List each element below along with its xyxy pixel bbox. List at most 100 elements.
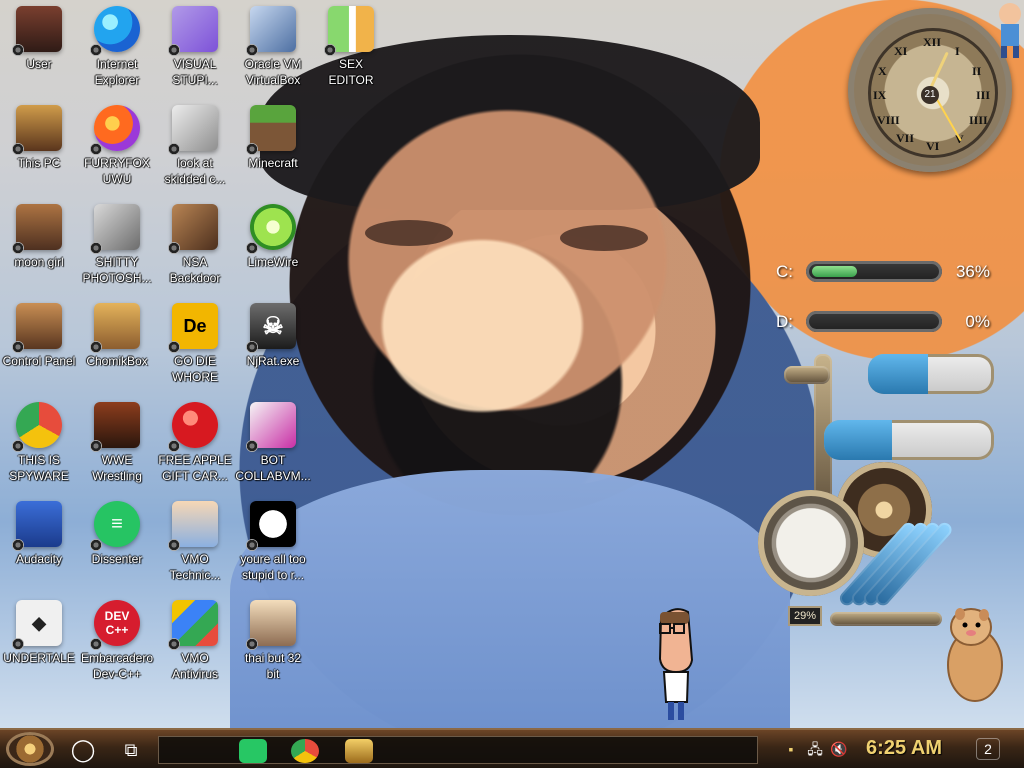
clock-numeral-9: IX xyxy=(873,88,887,102)
desktop-icon-vmo-antivirus[interactable]: VMO Antivirus xyxy=(156,594,234,686)
hamster-desktop-pet xyxy=(940,605,1010,710)
network-icon[interactable]: 🖧 xyxy=(806,741,824,757)
desktop-icon-this-pc[interactable]: This PC xyxy=(0,99,78,191)
clock-numeral-11: XI xyxy=(894,44,908,58)
pipe-elbow-top xyxy=(784,366,830,384)
desktop-icon-undertale[interactable]: ◆ UNDERTALE xyxy=(0,594,78,686)
document-folder-icon xyxy=(12,204,62,254)
chrome-taskbar-icon[interactable] xyxy=(291,739,319,763)
desktop-icon-label: Embarcadero Dev-C++ xyxy=(80,651,154,681)
hex-editor-icon xyxy=(324,6,374,56)
desktop-icon-label: Minecraft xyxy=(248,156,298,170)
shield-icon xyxy=(168,600,218,650)
desktop-icon-chomikbox[interactable]: ChomikBox xyxy=(78,297,156,389)
desktop-icon-this-is-spyware[interactable]: THIS IS SPYWARE xyxy=(0,396,78,488)
user-icon xyxy=(12,6,62,56)
desktop-icon-label: VMO Antivirus xyxy=(171,651,218,681)
drive-label-c: C: xyxy=(776,262,793,281)
desktop-icon-furryfox-uwu[interactable]: FURRYFOX UWU xyxy=(78,99,156,191)
desktop-icon-control-panel[interactable]: Control Panel xyxy=(0,297,78,389)
desktop-icon-sex-editor[interactable]: SEX EDITOR xyxy=(312,0,390,92)
chat-icon: ≡ xyxy=(90,501,140,551)
corner-character-svg xyxy=(999,3,1021,58)
desktop-icon-label: User xyxy=(26,57,52,71)
dissenter-taskbar-icon[interactable] xyxy=(239,739,267,763)
desktop-icon-label: Control Panel xyxy=(2,354,76,368)
desktop-icon-label: Internet Explorer xyxy=(94,57,140,87)
desktop-icon-bot-collabvm[interactable]: BOT COLLABVM... xyxy=(234,396,312,488)
desktop-icon-thai-but-32-bit[interactable]: thai but 32 bit xyxy=(234,594,312,686)
portrait-icon xyxy=(246,501,296,551)
desktop-icon-label: UNDERTALE xyxy=(3,651,75,665)
steampunk-widget: 29% xyxy=(744,344,1014,648)
desktop-icon-label: WWE Wrestling xyxy=(92,453,142,483)
desktop-icon-go-die-whore[interactable]: De GO DIE WHORE xyxy=(156,297,234,389)
desktop-icon-label: Oracle VM VirtualBox xyxy=(244,57,302,87)
wallpaper-left-eye xyxy=(365,220,453,246)
desktop-icon-label: FREE APPLE GIFT CAR... xyxy=(158,453,232,483)
drive-meter-tube-d xyxy=(806,311,942,332)
drive-value-c: 36% xyxy=(955,262,990,281)
start-button[interactable] xyxy=(6,732,54,766)
backdoor-icon xyxy=(168,204,218,254)
taskbar-clock[interactable]: 6:25 AM xyxy=(866,737,942,760)
desktop-icon-look-at-skidded-c[interactable]: look at skidded c... xyxy=(156,99,234,191)
desktop-icon-minecraft[interactable]: Minecraft xyxy=(234,99,312,191)
minecraft-icon xyxy=(246,105,296,155)
headphones-icon xyxy=(12,501,62,551)
desktop-icon-shitty-photosh[interactable]: SHITTY PHOTOSH... xyxy=(78,198,156,290)
game-window-icon xyxy=(90,402,140,452)
desktop-icon-youre-all-too-stupid-to-r[interactable]: youre all too stupid to r... xyxy=(234,495,312,587)
desktop-icon-label: SHITTY PHOTOSH... xyxy=(82,255,152,285)
desktop-icon-label: FURRYFOX UWU xyxy=(84,156,150,186)
pressure-gauge-readout: 29% xyxy=(788,606,822,626)
desktop-icon-oracle-vm-virtualbox[interactable]: Oracle VM VirtualBox xyxy=(234,0,312,92)
computer-icon xyxy=(12,105,62,155)
notification-center-icon[interactable]: 2 xyxy=(976,738,1000,760)
clock-widget: XII I II III IIII V VI VII VIII IX X XI … xyxy=(848,8,1012,172)
visual-studio-icon xyxy=(168,6,218,56)
task-view-icon[interactable]: ⧉ xyxy=(118,738,144,762)
desktop-icon-label: This PC xyxy=(17,156,61,170)
desktop-icon-label: LimeWire xyxy=(247,255,299,269)
pinned-apps-panel xyxy=(158,736,758,764)
file-explorer-taskbar-icon[interactable] xyxy=(345,739,373,763)
volume-muted-icon[interactable]: 🔇 xyxy=(830,741,848,757)
clock-numeral-6: VI xyxy=(926,139,940,153)
tray-separator-icon: ▪ xyxy=(788,741,794,757)
water-tube-middle xyxy=(824,420,994,460)
desktop-icon-label: VISUAL STUPI... xyxy=(172,57,218,87)
desktop-icon-free-apple-gift-car[interactable]: FREE APPLE GIFT CAR... xyxy=(156,396,234,488)
desktop-icon-user[interactable]: User xyxy=(0,0,78,92)
drive-value-d: 0% xyxy=(965,312,990,331)
desktop-icon-label: NSA Backdoor xyxy=(169,255,221,285)
desktop-icon-vmo-technic[interactable]: VMO Technic... xyxy=(156,495,234,587)
desktop-icon-njrat-exe[interactable]: ☠ NjRat.exe xyxy=(234,297,312,389)
drive-meter-c: C: 36% xyxy=(768,254,996,290)
bottom-pipe xyxy=(830,612,942,626)
woman-portrait-icon xyxy=(246,600,296,650)
corner-character xyxy=(996,0,1024,60)
desktop-icon-visual-stupi[interactable]: VISUAL STUPI... xyxy=(156,0,234,92)
desktop-icon-internet-explorer[interactable]: Internet Explorer xyxy=(78,0,156,92)
gimp-icon xyxy=(90,204,140,254)
desktop-icon-label: VMO Technic... xyxy=(169,552,221,582)
desktop-icon-dissenter[interactable]: ≡ Dissenter xyxy=(78,495,156,587)
monitor-icon xyxy=(246,402,296,452)
desktop-icon-moon-girl[interactable]: moon girl xyxy=(0,198,78,290)
drive-meter-tube-c xyxy=(806,261,942,282)
desktop-icon-nsa-backdoor[interactable]: NSA Backdoor xyxy=(156,198,234,290)
desktop-icon-label: SEX EDITOR xyxy=(328,57,374,87)
delphi-icon: De xyxy=(168,303,218,353)
desktop-icon-limewire[interactable]: LimeWire xyxy=(234,198,312,290)
desktop-icon-label: BOT COLLABVM... xyxy=(235,453,311,483)
desktop-icon-audacity[interactable]: Audacity xyxy=(0,495,78,587)
drive-meter-fill-c xyxy=(812,266,857,277)
desktop-icon-grid: User Internet Explorer VISUAL STUPI... O… xyxy=(0,0,374,720)
clock-numeral-4: IIII xyxy=(969,113,988,127)
stacked-windows-icon xyxy=(168,105,218,155)
water-tube-top xyxy=(868,354,994,394)
search-icon[interactable]: ◯ xyxy=(70,738,96,762)
desktop-icon-embarcadero-dev-c[interactable]: DEV C++ Embarcadero Dev-C++ xyxy=(78,594,156,686)
desktop-icon-wwe-wrestling[interactable]: WWE Wrestling xyxy=(78,396,156,488)
